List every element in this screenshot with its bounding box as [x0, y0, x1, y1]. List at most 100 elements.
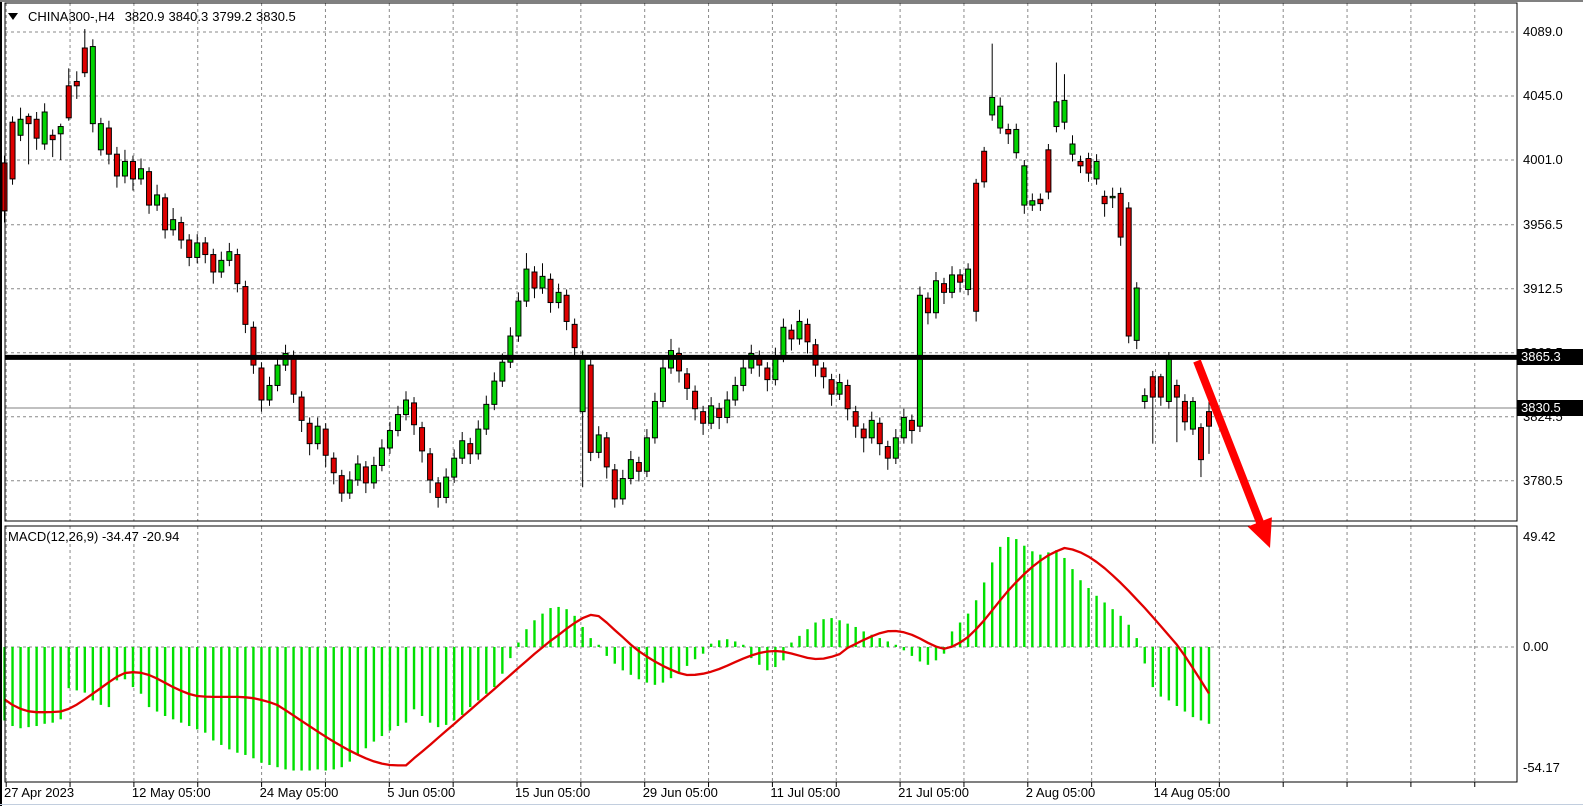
candle-body	[114, 154, 119, 176]
macd-signal-value: -20.94	[142, 529, 179, 544]
macd-histogram-bar	[622, 647, 624, 670]
macd-histogram-bar	[1192, 647, 1194, 717]
chart-window: CHINA300-,H4 3820.9 3840.3 3799.2 3830.5…	[0, 0, 1583, 811]
time-axis-label: 29 Jun 05:00	[643, 786, 718, 800]
macd-histogram-bar	[654, 647, 656, 685]
macd-histogram-bar	[911, 647, 913, 656]
candle-body	[652, 401, 657, 437]
macd-histogram-bar	[822, 619, 824, 647]
candle-body	[917, 295, 922, 426]
candle-body	[540, 276, 545, 288]
macd-histogram-bar	[100, 647, 102, 705]
macd-histogram-bar	[895, 645, 897, 647]
macd-histogram-bar	[1103, 602, 1105, 647]
macd-histogram-bar	[437, 647, 439, 727]
macd-histogram-bar	[879, 638, 881, 647]
candle-body	[74, 81, 79, 85]
chart-canvas[interactable]	[0, 0, 1583, 811]
candle-body	[901, 417, 906, 437]
macd-histogram-bar	[308, 647, 310, 771]
time-axis-label: 12 May 05:00	[132, 786, 211, 800]
candle-body	[363, 467, 368, 483]
candle-body	[259, 368, 264, 400]
candle-body	[709, 406, 714, 423]
candle-body	[1078, 161, 1083, 165]
macd-histogram-bar	[838, 620, 840, 647]
candle-body	[347, 480, 352, 493]
macd-panel-border	[5, 526, 1517, 782]
candle-body	[82, 48, 87, 73]
candle-body	[1038, 199, 1043, 203]
macd-histogram-bar	[341, 647, 343, 767]
window-bottom-edge	[0, 804, 1583, 805]
window-left-edge	[0, 2, 2, 806]
macd-axis-tick-label: 0.00	[1523, 640, 1548, 654]
macd-histogram-bar	[349, 647, 351, 762]
candle-body	[122, 161, 127, 176]
time-axis-label: 21 Jul 05:00	[898, 786, 969, 800]
candle-body	[395, 415, 400, 431]
macd-histogram-bar	[919, 647, 921, 661]
candle-body	[171, 220, 176, 230]
macd-histogram-bar	[1128, 625, 1130, 647]
candle-body	[829, 380, 834, 395]
macd-histogram-bar	[951, 631, 953, 647]
macd-histogram-bar	[509, 647, 511, 658]
macd-histogram-bar	[630, 647, 632, 675]
candle-body	[243, 287, 248, 325]
macd-axis-tick-label: 49.42	[1523, 530, 1556, 544]
candle-body	[331, 458, 336, 473]
macd-histogram-bar	[1079, 580, 1081, 647]
symbol-dropdown-icon[interactable]	[8, 13, 18, 20]
candle-body	[853, 412, 858, 427]
candle-body	[877, 423, 882, 443]
candle-body	[741, 368, 746, 385]
candle-body	[1014, 129, 1019, 152]
price-axis-tick-label: 3780.5	[1523, 474, 1563, 488]
candle-body	[26, 116, 31, 123]
chart-header: CHINA300-,H4 3820.9 3840.3 3799.2 3830.5	[8, 8, 296, 24]
macd-histogram-bar	[734, 641, 736, 647]
macd-histogram-bar	[477, 647, 479, 700]
candle-body	[1158, 377, 1163, 397]
macd-histogram-bar	[846, 624, 848, 647]
macd-histogram-bar	[1136, 638, 1138, 647]
candle-body	[636, 463, 641, 472]
candle-body	[925, 298, 930, 313]
macd-histogram-bar	[180, 647, 182, 723]
macd-histogram-bar	[814, 623, 816, 647]
macd-histogram-bar	[236, 647, 238, 753]
macd-histogram-bar	[1055, 550, 1057, 647]
macd-histogram-bar	[493, 647, 495, 687]
macd-histogram-bar	[598, 645, 600, 647]
candle-body	[299, 397, 304, 420]
candle-body	[1070, 144, 1075, 154]
macd-histogram-bar	[975, 600, 977, 647]
macd-histogram-bar	[485, 647, 487, 694]
candle-body	[275, 365, 280, 385]
price-badge: 3830.5	[1517, 400, 1583, 416]
macd-histogram-bar	[132, 647, 134, 687]
macd-histogram-bar	[501, 647, 503, 674]
macd-histogram-bar	[614, 647, 616, 664]
macd-histogram-bar	[35, 647, 37, 726]
candle-body	[227, 252, 232, 261]
candle-body	[1046, 150, 1051, 192]
macd-histogram-bar	[413, 647, 415, 709]
macd-histogram-bar	[1063, 558, 1065, 647]
macd-histogram-bar	[84, 647, 86, 693]
macd-histogram-bar	[1071, 569, 1073, 647]
candle-body	[765, 368, 770, 380]
macd-histogram-bar	[1039, 555, 1041, 647]
time-axis-label: 11 Jul 05:00	[770, 786, 840, 800]
symbol-timeframe-label: CHINA300-,H4	[28, 9, 115, 24]
macd-histogram-bar	[967, 614, 969, 647]
time-axis-label: 5 Jun 05:00	[387, 786, 455, 800]
candle-body	[163, 198, 168, 230]
macd-histogram-bar	[421, 647, 423, 716]
candle-body	[18, 119, 23, 135]
price-axis-tick-label: 4001.0	[1523, 153, 1563, 167]
candle-body	[693, 391, 698, 408]
candle-body	[452, 458, 457, 477]
macd-histogram-bar	[405, 647, 407, 723]
